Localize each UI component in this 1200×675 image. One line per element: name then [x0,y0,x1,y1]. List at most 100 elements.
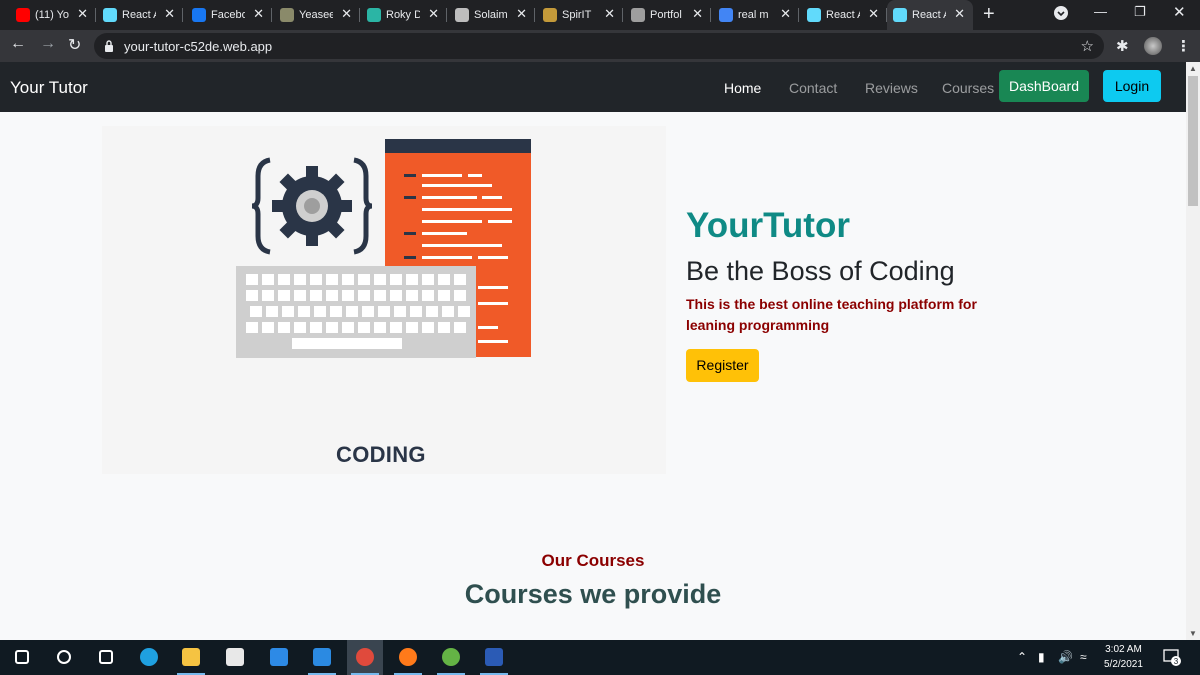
menu-dots-icon[interactable]: ⋮ [1176,37,1191,55]
tab-title: React A [826,9,860,21]
scroll-up-icon[interactable]: ▲ [1189,64,1197,73]
keyboard-key [410,306,422,317]
profile-avatar[interactable] [1144,37,1162,55]
address-bar[interactable]: your-tutor-c52de.web.app ☆ [94,33,1104,59]
taskbar-task-view-button[interactable] [88,640,124,675]
facebook-icon [192,8,206,22]
keyboard-key [438,274,450,285]
browser-tab[interactable]: React A ✕ [801,0,887,30]
keyboard-key [422,322,434,333]
coding-illustration [236,139,531,358]
keyboard-key [394,306,406,317]
login-button[interactable]: Login [1103,70,1161,102]
dashboard-button[interactable]: DashBoard [999,70,1089,102]
keyboard-key [342,322,354,333]
page-scrollbar[interactable]: ▲ ▼ [1186,62,1200,640]
scrollbar-thumb[interactable] [1188,76,1198,206]
scroll-down-icon[interactable]: ▼ [1189,629,1197,638]
taskbar-chrome-button[interactable] [347,640,383,675]
tab-close-icon[interactable]: ✕ [341,6,352,22]
vscode-icon [313,648,331,666]
tab-separator [359,8,360,22]
browser-tab[interactable]: real m ✕ [713,0,799,30]
tab-close-icon[interactable]: ✕ [868,6,879,22]
tab-close-icon[interactable]: ✕ [253,6,264,22]
youtube-icon [16,8,30,22]
nav-reviews[interactable]: Reviews [865,80,918,96]
taskbar-mail-button[interactable] [261,640,297,675]
browser-tab[interactable]: Portfol ✕ [625,0,711,30]
nav-contact[interactable]: Contact [789,80,837,96]
browser-tab[interactable]: React A ✕ [97,0,183,30]
search-icon [57,650,71,664]
browser-tab[interactable]: Facebo ✕ [186,0,272,30]
taskbar-store-button[interactable] [217,640,253,675]
tray-chevron-icon[interactable]: ⌃ [1017,650,1027,664]
browser-tab[interactable]: React A ✕ [887,0,973,30]
tab-close-icon[interactable]: ✕ [780,6,791,22]
taskbar-clock[interactable]: 3:02 AM 5/2/2021 [1104,642,1143,672]
register-button[interactable]: Register [686,349,759,382]
taskbar-utorrent-button[interactable] [433,640,469,675]
tab-title: Portfol [650,9,682,21]
tab-close-icon[interactable]: ✕ [77,6,88,22]
notification-center-icon[interactable]: 3 [1163,648,1181,666]
restore-button[interactable]: ❐ [1134,4,1146,20]
keyboard-key [278,290,290,301]
nav-home[interactable]: Home [724,80,761,96]
taskbar-firefox-button[interactable] [390,640,426,675]
minimize-button[interactable]: — [1094,4,1107,19]
wifi-icon[interactable]: ≈ [1080,650,1087,664]
tab-search-button[interactable] [1054,6,1068,23]
keyboard-key [406,290,418,301]
browser-tab[interactable]: (11) Yo ✕ [10,0,96,30]
keyboard-key [358,290,370,301]
keyboard-key [282,306,294,317]
tab-close-icon[interactable]: ✕ [164,6,175,22]
tab-title: React A [122,9,156,21]
chrome-icon [356,648,374,666]
taskbar-file-explorer-button[interactable] [173,640,209,675]
tab-title: React A [912,9,946,21]
taskbar-word-button[interactable] [476,640,512,675]
new-tab-button[interactable]: + [983,3,995,26]
tab-close-icon[interactable]: ✕ [428,6,439,22]
battery-icon[interactable]: ▮ [1038,650,1045,664]
keyboard-key [310,274,322,285]
nav-courses[interactable]: Courses [942,80,994,96]
keyboard-key [278,322,290,333]
tab-close-icon[interactable]: ✕ [692,6,703,22]
bookmark-star-icon[interactable]: ☆ [1081,37,1094,55]
react-icon [103,8,117,22]
browser-tab[interactable]: Yeasee ✕ [274,0,360,30]
taskbar-vscode-button[interactable] [304,640,340,675]
keyboard-spacebar [292,338,402,349]
taskbar-edge-button[interactable] [131,640,167,675]
close-window-button[interactable]: ✕ [1173,3,1186,21]
keyboard-key [326,274,338,285]
tab-separator [182,8,183,22]
extensions-icon[interactable]: ✱ [1116,37,1129,55]
forward-button[interactable]: → [40,35,56,53]
reload-button[interactable]: ↻ [68,35,81,55]
keyboard-key [442,306,454,317]
keyboard-key [426,306,438,317]
edge-icon [140,648,158,666]
chevron-down-icon [1054,6,1068,20]
tab-title: Solaim [474,9,508,21]
browser-tab[interactable]: Solaim ✕ [449,0,535,30]
site-brand[interactable]: Your Tutor [10,78,88,98]
taskbar-start-button[interactable] [4,640,40,675]
keyboard-key [406,274,418,285]
gear-icon [251,157,373,255]
back-button[interactable]: ← [10,35,26,53]
tab-close-icon[interactable]: ✕ [954,6,965,22]
keyboard-key [454,322,466,333]
volume-icon[interactable]: 🔊 [1058,650,1073,664]
tab-close-icon[interactable]: ✕ [604,6,615,22]
taskbar-search-button[interactable] [46,640,82,675]
tab-separator [622,8,623,22]
tab-close-icon[interactable]: ✕ [516,6,527,22]
browser-tab[interactable]: SpirIT ✕ [537,0,623,30]
browser-tab[interactable]: Roky D ✕ [361,0,447,30]
